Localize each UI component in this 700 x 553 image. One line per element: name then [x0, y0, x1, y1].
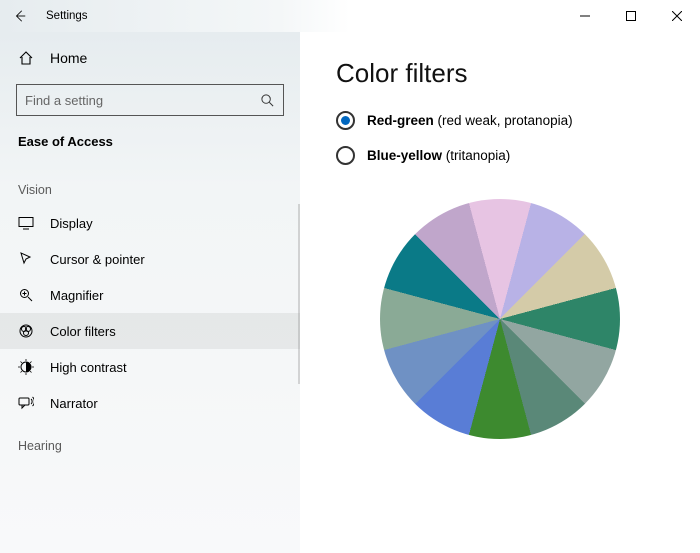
home-nav[interactable]: Home	[0, 40, 300, 76]
home-label: Home	[50, 50, 87, 66]
section-title: Ease of Access	[0, 124, 300, 165]
window-title: Settings	[46, 10, 88, 22]
color-wheel	[380, 199, 620, 439]
minimize-button[interactable]	[562, 0, 608, 32]
radio-option-blue-yellow[interactable]: Blue-yellow (tritanopia)	[336, 146, 664, 165]
search-box[interactable]	[16, 84, 284, 116]
sidebar-item-display[interactable]: Display	[0, 205, 300, 241]
sidebar-item-label: Narrator	[50, 396, 98, 411]
back-button[interactable]	[0, 0, 40, 32]
home-icon	[18, 50, 34, 66]
sidebar-item-label: High contrast	[50, 360, 127, 375]
magnifier-icon	[18, 287, 34, 303]
sidebar: Home Ease of Access Vision Display Curso…	[0, 32, 300, 553]
body: Home Ease of Access Vision Display Curso…	[0, 32, 700, 553]
search-input[interactable]	[25, 93, 250, 108]
narrator-icon	[18, 395, 34, 411]
sidebar-item-label: Color filters	[50, 324, 116, 339]
sidebar-item-label: Magnifier	[50, 288, 103, 303]
radio-label: Red-green (red weak, protanopia)	[367, 113, 573, 128]
sidebar-item-narrator[interactable]: Narrator	[0, 385, 300, 421]
sidebar-item-label: Cursor & pointer	[50, 252, 145, 267]
window-controls	[562, 0, 700, 32]
sidebar-item-cursor[interactable]: Cursor & pointer	[0, 241, 300, 277]
sidebar-item-magnifier[interactable]: Magnifier	[0, 277, 300, 313]
page-title: Color filters	[336, 58, 664, 89]
display-icon	[18, 215, 34, 231]
close-button[interactable]	[654, 0, 700, 32]
main-content: Color filters Red-green (red weak, prota…	[300, 32, 700, 553]
radio-icon	[336, 111, 355, 130]
sidebar-scrollbar[interactable]	[298, 204, 300, 384]
group-hearing-label: Hearing	[0, 421, 300, 461]
high-contrast-icon	[18, 359, 34, 375]
titlebar: Settings	[0, 0, 700, 32]
group-vision-label: Vision	[0, 165, 300, 205]
sidebar-item-color-filters[interactable]: Color filters	[0, 313, 300, 349]
search-icon	[260, 93, 275, 108]
search-container	[16, 84, 284, 116]
radio-option-red-green[interactable]: Red-green (red weak, protanopia)	[336, 111, 664, 130]
cursor-icon	[18, 251, 34, 267]
maximize-button[interactable]	[608, 0, 654, 32]
radio-icon	[336, 146, 355, 165]
color-wheel-container	[336, 199, 664, 439]
sidebar-item-label: Display	[50, 216, 93, 231]
settings-window: Settings Home Ease	[0, 0, 700, 553]
radio-label: Blue-yellow (tritanopia)	[367, 148, 510, 163]
color-filters-icon	[18, 323, 34, 339]
sidebar-item-high-contrast[interactable]: High contrast	[0, 349, 300, 385]
